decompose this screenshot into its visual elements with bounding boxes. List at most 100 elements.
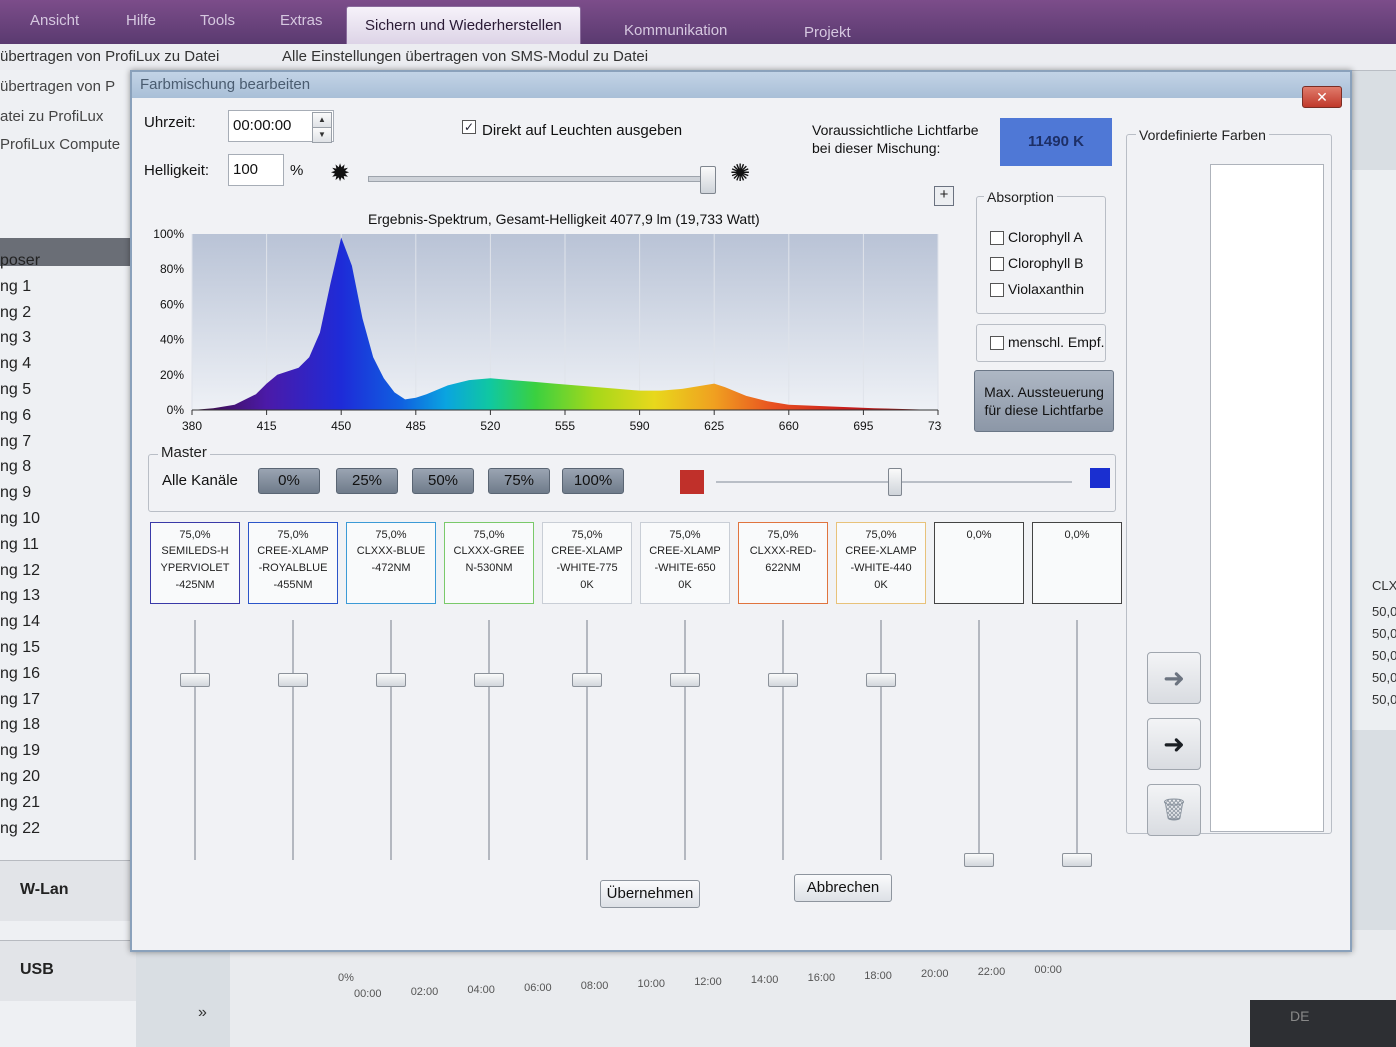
channel-slider-thumb[interactable] bbox=[180, 673, 210, 687]
channel-slider-track[interactable] bbox=[1076, 620, 1078, 860]
sidebar-item[interactable]: ng 8 bbox=[0, 458, 31, 476]
absorption-checkbox[interactable] bbox=[990, 231, 1004, 245]
menu-tools[interactable]: Tools bbox=[200, 12, 235, 29]
brightness-slider-track[interactable] bbox=[368, 176, 716, 182]
brightness-slider-thumb[interactable] bbox=[700, 166, 716, 194]
left-item-3[interactable]: ProfiLux Compute bbox=[0, 136, 120, 153]
human-perception-checkbox[interactable] bbox=[990, 336, 1004, 350]
menu-ansicht[interactable]: Ansicht bbox=[30, 12, 79, 29]
sidebar-item[interactable]: ng 22 bbox=[0, 820, 40, 838]
channel-slider-thumb[interactable] bbox=[768, 673, 798, 687]
brightness-input[interactable]: 100 bbox=[228, 154, 284, 186]
master-button[interactable]: 75% bbox=[488, 468, 550, 494]
channel-box[interactable]: 75,0% CREE-XLAMP -WHITE-440 0K bbox=[836, 522, 926, 604]
channel-box[interactable]: 0,0% bbox=[1032, 522, 1122, 604]
trash-icon[interactable]: 🗑 bbox=[1147, 784, 1201, 836]
channel-slider-thumb[interactable] bbox=[474, 673, 504, 687]
expand-icon[interactable]: » bbox=[198, 1004, 207, 1022]
channel-name: CREE-XLAMP -WHITE-440 0K bbox=[845, 545, 917, 591]
sidebar-item[interactable]: ng 17 bbox=[0, 691, 40, 709]
channel-box[interactable]: 75,0% CLXXX-GREE N-530NM bbox=[444, 522, 534, 604]
channel-box[interactable]: 75,0% SEMILEDS-H YPERVIOLET -425NM bbox=[150, 522, 240, 604]
language-indicator[interactable]: DE bbox=[1290, 1008, 1309, 1024]
tab-projekt[interactable]: Projekt bbox=[804, 24, 851, 41]
sidebar-item[interactable]: ng 4 bbox=[0, 355, 31, 373]
master-button[interactable]: 25% bbox=[336, 468, 398, 494]
sidebar-item[interactable]: ng 5 bbox=[0, 381, 31, 399]
time-spin-up-icon[interactable]: ▲ bbox=[312, 112, 332, 128]
max-output-button[interactable]: Max. Aussteuerung für diese Lichtfarbe bbox=[974, 370, 1114, 432]
plus-icon[interactable]: + bbox=[934, 186, 954, 206]
channel-slider-track[interactable] bbox=[194, 620, 196, 860]
tab-kommunikation[interactable]: Kommunikation bbox=[624, 22, 727, 39]
absorption-checkbox[interactable] bbox=[990, 283, 1004, 297]
channel-slider-thumb[interactable] bbox=[670, 673, 700, 687]
channel-slider-thumb[interactable] bbox=[376, 673, 406, 687]
channel-slider-track[interactable] bbox=[782, 620, 784, 860]
channel-box[interactable]: 75,0% CREE-XLAMP -WHITE-650 0K bbox=[640, 522, 730, 604]
predefined-colors-list[interactable] bbox=[1210, 164, 1324, 832]
channel-slider-thumb[interactable] bbox=[964, 853, 994, 867]
absorption-label: Clorophyll B bbox=[1008, 255, 1084, 271]
channel-slider-track[interactable] bbox=[978, 620, 980, 860]
dialog-titlebar[interactable]: Farbmischung bearbeiten bbox=[132, 72, 1350, 98]
channel-box[interactable]: 75,0% CLXXX-RED- 622NM bbox=[738, 522, 828, 604]
x-tick-label: 450 bbox=[331, 419, 351, 433]
sidebar-item[interactable]: ng 19 bbox=[0, 742, 40, 760]
master-button[interactable]: 100% bbox=[562, 468, 624, 494]
channel-slider-track[interactable] bbox=[880, 620, 882, 860]
sidebar-item[interactable]: ng 6 bbox=[0, 407, 31, 425]
sidebar-item[interactable]: ng 14 bbox=[0, 613, 40, 631]
left-item-2[interactable]: atei zu ProfiLux bbox=[0, 108, 103, 125]
channel-slider-track[interactable] bbox=[684, 620, 686, 860]
channel-box[interactable]: 0,0% bbox=[934, 522, 1024, 604]
connection-wlan[interactable]: W-Lan bbox=[0, 860, 136, 921]
sidebar-item[interactable]: ng 15 bbox=[0, 639, 40, 657]
toolbar-item-sms-to-file[interactable]: Alle Einstellungen übertragen von SMS-Mo… bbox=[282, 48, 648, 65]
channel-slider-thumb[interactable] bbox=[1062, 853, 1092, 867]
sidebar-item[interactable]: ng 1 bbox=[0, 278, 31, 296]
sidebar-item[interactable]: ng 3 bbox=[0, 329, 31, 347]
sidebar-item[interactable]: ng 21 bbox=[0, 794, 40, 812]
sidebar-item[interactable]: ng 2 bbox=[0, 304, 31, 322]
arrow-left-icon[interactable]: ➜ bbox=[1147, 652, 1201, 704]
sidebar-item[interactable]: ng 18 bbox=[0, 716, 40, 734]
sidebar-item[interactable]: ng 11 bbox=[0, 536, 39, 554]
sidebar-item[interactable]: ng 16 bbox=[0, 665, 40, 683]
close-button[interactable]: ✕ bbox=[1302, 86, 1342, 108]
sidebar-item[interactable]: poser bbox=[0, 252, 40, 270]
cancel-button[interactable]: Abbrechen bbox=[794, 874, 892, 902]
channel-box[interactable]: 75,0% CREE-XLAMP -WHITE-775 0K bbox=[542, 522, 632, 604]
channel-slider-track[interactable] bbox=[390, 620, 392, 860]
direct-output-checkbox[interactable]: ✓ bbox=[462, 120, 476, 134]
channel-slider-track[interactable] bbox=[292, 620, 294, 860]
time-spin-down-icon[interactable]: ▼ bbox=[312, 127, 332, 143]
sidebar-item[interactable]: ng 7 bbox=[0, 433, 31, 451]
sidebar-item[interactable]: ng 9 bbox=[0, 484, 31, 502]
channel-slider-thumb[interactable] bbox=[866, 673, 896, 687]
menu-hilfe[interactable]: Hilfe bbox=[126, 12, 156, 29]
toolbar-item-profilux-to-file[interactable]: übertragen von ProfiLux zu Datei bbox=[0, 48, 219, 65]
apply-button[interactable]: Übernehmen bbox=[600, 880, 700, 908]
channel-slider-track[interactable] bbox=[488, 620, 490, 860]
channel-slider-thumb[interactable] bbox=[572, 673, 602, 687]
sidebar-item[interactable]: ng 10 bbox=[0, 510, 40, 528]
tab-sichern[interactable]: Sichern und Wiederherstellen bbox=[346, 6, 581, 45]
master-button[interactable]: 50% bbox=[412, 468, 474, 494]
channel-box[interactable]: 75,0% CREE-XLAMP -ROYALBLUE -455NM bbox=[248, 522, 338, 604]
left-item-1[interactable]: übertragen von P bbox=[0, 78, 115, 95]
channel-slider-track[interactable] bbox=[586, 620, 588, 860]
sidebar-item[interactable]: ng 20 bbox=[0, 768, 40, 786]
master-slider-thumb[interactable] bbox=[888, 468, 902, 496]
master-button[interactable]: 0% bbox=[258, 468, 320, 494]
sidebar-item[interactable]: ng 13 bbox=[0, 587, 40, 605]
arrow-right-plus-icon[interactable]: ➜ bbox=[1147, 718, 1201, 770]
connection-usb[interactable]: USB bbox=[0, 940, 136, 1001]
sidebar-item[interactable]: ng 12 bbox=[0, 562, 40, 580]
menu-extras[interactable]: Extras bbox=[280, 12, 323, 29]
channel-percent: 75,0% bbox=[179, 529, 211, 541]
timeline-x-label: 12:00 bbox=[694, 976, 722, 988]
absorption-checkbox[interactable] bbox=[990, 257, 1004, 271]
channel-box[interactable]: 75,0% CLXXX-BLUE -472NM bbox=[346, 522, 436, 604]
channel-slider-thumb[interactable] bbox=[278, 673, 308, 687]
